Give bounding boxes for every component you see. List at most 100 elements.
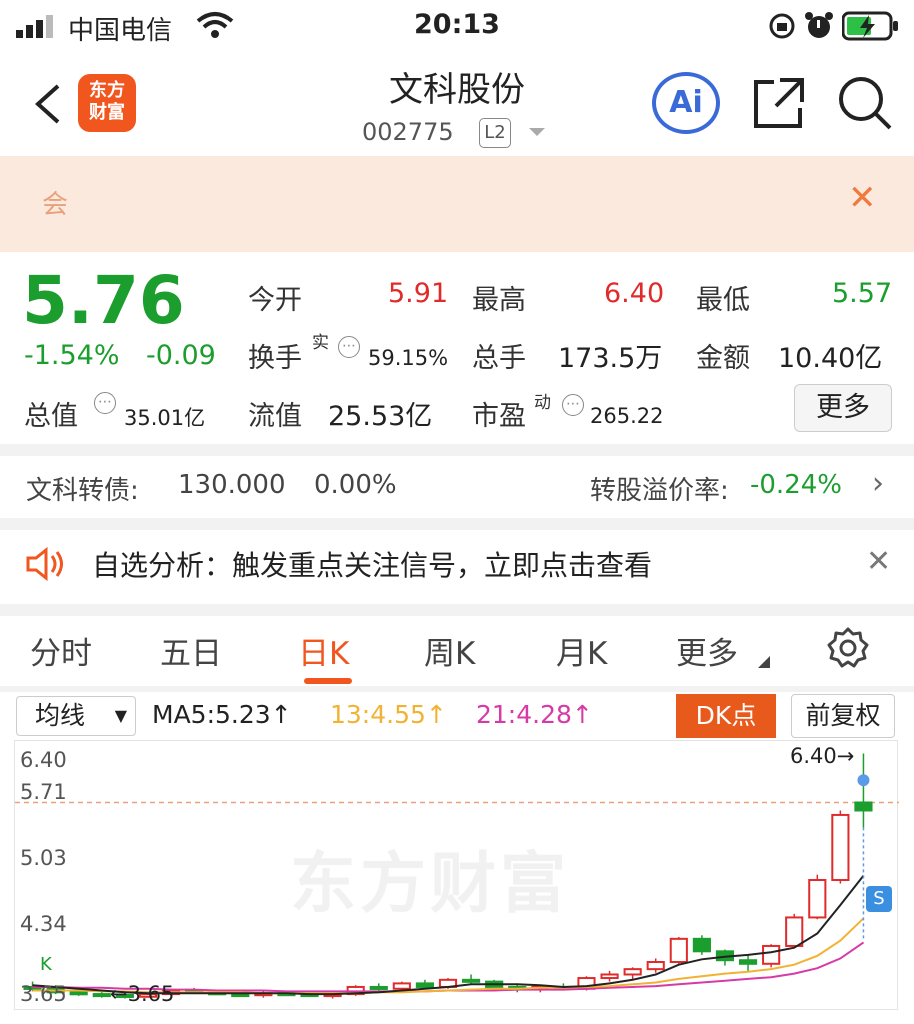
y-tick-label: 4.34 — [20, 912, 67, 936]
pe-sup: 动 — [534, 393, 551, 413]
turnover-value: 59.15% — [368, 346, 449, 370]
high-value: 6.40 — [604, 278, 665, 309]
notice-banner[interactable]: 会 ✕ — [0, 156, 914, 252]
candle — [369, 985, 388, 990]
divider — [0, 518, 914, 530]
candle — [854, 801, 873, 812]
amount-value: 10.40亿 — [778, 343, 883, 374]
tab-five-day[interactable]: 五日 — [160, 628, 222, 673]
y-tick-label: 6.40 — [20, 748, 67, 772]
ma5-value: MA5:5.23↑ — [152, 700, 292, 729]
info-icon[interactable]: ⋯ — [562, 394, 584, 416]
volume-value: 173.5万 — [558, 343, 663, 374]
y-tick-label: 3.65 — [20, 982, 67, 1006]
ai-button[interactable]: Ai — [652, 72, 720, 134]
high-label: 最高 — [472, 285, 526, 316]
code-dropdown-icon[interactable] — [528, 126, 546, 138]
ma-type-select[interactable]: 均线 ▼ — [16, 696, 136, 736]
active-tab-indicator — [304, 678, 352, 684]
stock-code[interactable]: 002775 — [362, 118, 454, 146]
divider — [0, 444, 914, 456]
alarm-icon — [805, 12, 833, 38]
ma21-value: 21:4.28↑ — [476, 700, 593, 729]
battery-icon — [842, 11, 898, 41]
tab-intraday[interactable]: 分时 — [30, 628, 92, 673]
min-price-marker: ←3.65 — [110, 982, 175, 1006]
low-label: 最低 — [696, 285, 750, 316]
candle — [669, 937, 688, 964]
candle — [462, 978, 481, 983]
alert-text[interactable]: 自选分析：触发重点关注信号，立即点击查看 — [92, 544, 652, 584]
candle — [738, 959, 758, 965]
info-icon[interactable]: ⋯ — [338, 336, 360, 358]
current-price: 5.76 — [22, 262, 185, 339]
open-value: 5.91 — [388, 278, 449, 309]
level2-badge[interactable]: L2 — [479, 118, 511, 148]
ma13-value: 13:4.55↑ — [330, 700, 447, 729]
settings-gear-icon[interactable] — [826, 626, 870, 670]
bond-change: 0.00% — [314, 470, 397, 500]
candle — [231, 993, 250, 998]
float-value: 25.53亿 — [328, 401, 433, 432]
buy-signal-badge[interactable]: K — [40, 954, 52, 975]
status-bar: 中国电信 20:13 — [0, 0, 914, 52]
candle — [808, 879, 827, 919]
dk-point-button[interactable]: DK点 — [676, 694, 776, 738]
turnover-label: 换手 — [248, 343, 302, 374]
signal-dot — [857, 774, 870, 787]
mktcap-label: 总值 — [24, 401, 78, 432]
bond-label[interactable]: 文科转债: — [26, 470, 139, 507]
alert-close-icon[interactable]: ✕ — [866, 544, 891, 579]
pe-value: 265.22 — [590, 404, 664, 428]
sell-signal-badge[interactable]: S — [866, 886, 892, 912]
chevron-right-icon[interactable]: › — [872, 466, 884, 501]
turnover-sup: 实 — [312, 333, 329, 353]
candle — [831, 813, 850, 882]
candle — [623, 968, 642, 976]
chart-watermark: 东方财富 — [290, 845, 570, 922]
premium-label: 转股溢价率: — [590, 476, 729, 506]
low-value: 5.57 — [832, 278, 893, 309]
app-screen: 中国电信 20:13 东方 财富 文科股份 002775 L2 Ai 会 ✕ 5… — [0, 0, 914, 1024]
candle — [92, 993, 111, 998]
float-label: 流值 — [248, 401, 302, 432]
dropdown-arrow-icon: ▼ — [114, 706, 127, 725]
candle — [785, 916, 804, 947]
speaker-icon — [26, 546, 63, 582]
divider — [0, 686, 914, 692]
tab-daily-k[interactable]: 日K — [298, 628, 349, 673]
notice-close-icon[interactable]: ✕ — [848, 178, 877, 218]
search-icon[interactable] — [836, 74, 894, 132]
candle — [646, 961, 665, 971]
max-price-marker: 6.40→ — [790, 744, 855, 768]
divider — [0, 604, 914, 616]
orientation-lock-icon — [769, 13, 795, 39]
tab-monthly-k[interactable]: 月K — [556, 628, 607, 673]
open-label: 今开 — [248, 285, 302, 316]
tab-more[interactable]: 更多 — [676, 628, 738, 673]
candle — [69, 991, 88, 996]
y-tick-label: 5.71 — [20, 780, 67, 804]
candle — [762, 944, 781, 965]
volume-label: 总手 — [472, 343, 526, 374]
amount-label: 金额 — [696, 343, 750, 374]
candle — [415, 982, 434, 988]
pe-label: 市盈 — [472, 401, 526, 432]
bond-price: 130.000 — [178, 470, 286, 500]
share-icon[interactable] — [752, 76, 806, 130]
candle — [600, 973, 619, 980]
change-percent: -1.54% — [24, 340, 120, 371]
more-corner-icon — [758, 656, 770, 668]
premium-value: -0.24% — [750, 470, 842, 500]
change-amount: -0.09 — [146, 340, 216, 371]
candle — [692, 937, 711, 953]
more-button[interactable]: 更多 — [794, 384, 892, 432]
ma-type-label: 均线 — [35, 701, 86, 730]
tab-weekly-k[interactable]: 周K — [424, 628, 475, 673]
candle — [392, 982, 411, 990]
mktcap-value: 35.01亿 — [124, 406, 206, 430]
y-tick-label: 5.03 — [20, 846, 67, 870]
forward-adjust-button[interactable]: 前复权 — [791, 694, 895, 738]
notice-text: 会 — [42, 190, 69, 220]
info-icon[interactable]: ⋯ — [94, 392, 116, 414]
